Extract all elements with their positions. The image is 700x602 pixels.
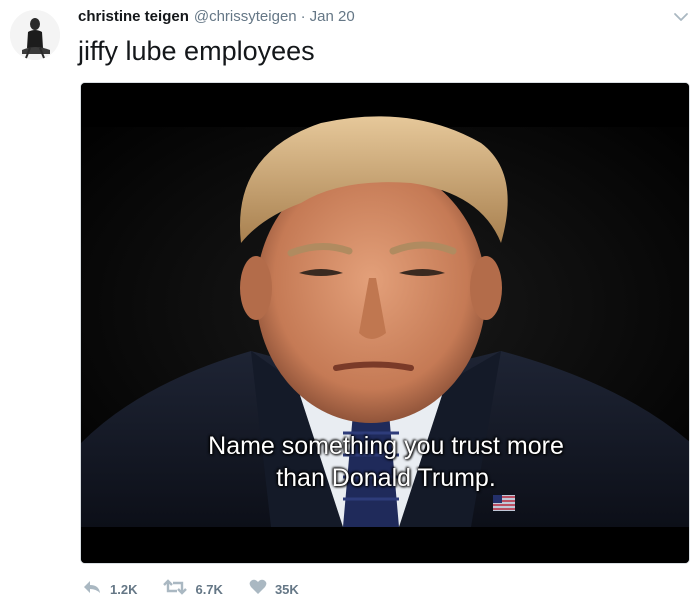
tweet-media-image[interactable]: Name something you trust more than Donal…: [80, 82, 690, 564]
reply-count: 1.2K: [110, 581, 138, 597]
separator-dot: ·: [300, 8, 306, 25]
retweet-button[interactable]: 6.7K: [163, 578, 223, 600]
author-handle[interactable]: @chrissyteigen: [194, 8, 297, 25]
caption-line-2: than Donald Trump.: [276, 464, 496, 492]
like-button[interactable]: 35K: [249, 579, 299, 600]
like-count: 35K: [274, 581, 299, 597]
avatar[interactable]: [10, 10, 60, 60]
image-caption: Name something you trust more than Donal…: [81, 430, 689, 494]
tweet-text: jiffy lube employees: [78, 36, 315, 66]
tweet-actions: 1.2K 6.7K 35K: [82, 578, 325, 600]
caption-line-1: Name something you trust more: [208, 432, 564, 460]
tweet-timestamp[interactable]: Jan 20: [310, 8, 355, 25]
tweet-header: christine teigen @chrissyteigen · Jan 20: [78, 8, 355, 30]
flag-pin-icon: [493, 495, 515, 511]
retweet-count: 6.7K: [195, 581, 223, 597]
heart-icon: [249, 579, 267, 600]
retweet-icon: [163, 578, 188, 600]
avatar-image: [10, 10, 60, 60]
reply-icon: [82, 579, 102, 600]
reply-button[interactable]: 1.2K: [82, 579, 137, 600]
author-name[interactable]: christine teigen: [78, 8, 189, 25]
chevron-down-icon[interactable]: [672, 10, 690, 24]
